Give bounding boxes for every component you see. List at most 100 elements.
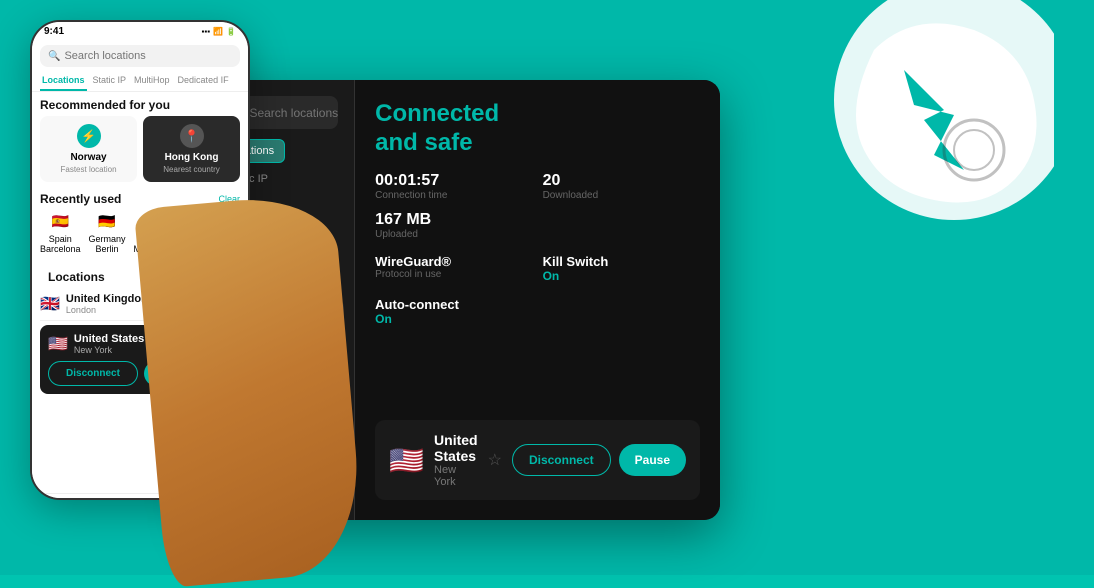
tablet-stat-downloaded: 20 Downloaded	[543, 172, 700, 201]
phone-recently-header: Recently used Clear	[32, 188, 248, 210]
phone-recent-spain[interactable]: 🇪🇸 Spain Barcelona	[40, 210, 81, 254]
phone-recommended-title: Recommended for you	[32, 92, 248, 116]
tablet-rec-hk-sub: Nearest country	[299, 375, 334, 397]
phone-search-bar[interactable]: 🔍	[40, 45, 240, 67]
tablet-disconnect-button[interactable]: Disconnect	[512, 444, 611, 476]
phone-location-uk[interactable]: 🇬🇧 United Kingdom London ☆	[40, 288, 240, 321]
phone-rec-card-hk[interactable]: 📍 Hong Kong Nearest country	[143, 116, 240, 182]
phone-location-uk-sub: London	[66, 305, 229, 315]
tablet-protocol-row: WireGuard® Protocol in use Kill Switch O…	[375, 254, 700, 283]
phone-rec-hk-sub: Nearest country	[149, 165, 234, 174]
tablet-connected-panel: Connected and safe 00:01:57 Connection t…	[355, 80, 720, 520]
phone-recent-spain-name: Spain	[40, 234, 81, 244]
tablet-protocol-name: WireGuard®	[375, 254, 532, 269]
phone-tab-locations[interactable]: Locations	[40, 71, 87, 91]
tablet-mockup: 🔍 Locations Static IP MultiHop Dedicated…	[200, 80, 720, 520]
tablet-search-input[interactable]	[249, 106, 355, 120]
phone-content: 🔍 Locations Static IP MultiHop Dedicated…	[32, 41, 248, 493]
phone-rec-card-norway[interactable]: ⚡ Norway Fastest location	[40, 116, 137, 182]
phone-location-uk-flag: 🇬🇧	[40, 294, 60, 314]
tablet-location-star[interactable]: ☆	[488, 450, 502, 470]
phone-time: 9:41	[44, 26, 64, 37]
tablet-rec-pin-icon: 📍	[299, 311, 327, 339]
phone-recent-australia-name: Australia	[134, 234, 177, 244]
tablet-downloaded-label: Downloaded	[543, 190, 700, 201]
phone-location-us-name: United States	[74, 333, 221, 345]
phone-locations-title: Locations	[40, 264, 240, 288]
phone-frame: 9:41 ▪▪▪ 📶 🔋 🔍 Locations Static IP Multi…	[30, 20, 250, 500]
phone-disconnect-button[interactable]: Disconnect	[48, 361, 138, 386]
phone-action-buttons: Disconnect Pause	[48, 355, 232, 386]
phone-tab-dedicated[interactable]: Dedicated IF	[176, 71, 231, 91]
phone-location-uk-name: United Kingdom	[66, 293, 229, 305]
tablet-clear-btn[interactable]: Clear list	[299, 425, 338, 436]
phone-clear-btn[interactable]: Clear	[218, 194, 240, 204]
phone-location-us-star[interactable]: ☆	[221, 337, 232, 351]
phone-recommended-cards: ⚡ Norway Fastest location 📍 Hong Kong Ne…	[32, 116, 248, 188]
phone-tabs: Locations Static IP MultiHop Dedicated I…	[32, 71, 248, 92]
phone-mockup: 9:41 ▪▪▪ 📶 🔋 🔍 Locations Static IP Multi…	[30, 20, 250, 550]
tablet-connection-time-value: 00:01:57	[375, 172, 532, 190]
phone-recently-title: Recently used	[40, 192, 121, 206]
phone-recent-germany-flag: 🇩🇪	[96, 210, 118, 232]
tablet-action-buttons: Disconnect Pause	[512, 444, 686, 476]
tablet-recent-au-name: Australia	[291, 478, 338, 490]
phone-tab-static-ip[interactable]: Static IP	[91, 71, 129, 91]
phone-recent-spain-sub: Barcelona	[40, 244, 81, 254]
phone-battery-icon: 🔋	[226, 27, 236, 36]
phone-rec-lightning-icon: ⚡	[77, 124, 101, 148]
tablet-connection-time-label: Connection time	[375, 190, 532, 201]
tablet-location-name: United States	[434, 432, 478, 464]
phone-rec-norway-sub: Fastest location	[46, 165, 131, 174]
tablet-location-flag: 🇺🇸	[389, 444, 424, 477]
phone-locations-section: Locations 🇬🇧 United Kingdom London ☆ 🇺🇸	[32, 260, 248, 394]
phone-location-us-row: 🇺🇸 United States New York ☆	[48, 333, 232, 355]
tablet-recent-au-sub: Melbourne	[291, 490, 338, 500]
phone-status-bar: 9:41 ▪▪▪ 📶 🔋	[32, 22, 248, 41]
phone-recent-spain-flag: 🇪🇸	[49, 210, 71, 232]
tablet-uploaded-label: Uploaded	[375, 229, 532, 240]
tablet-recent-au-flag: 🇦🇺	[291, 445, 338, 474]
phone-rec-pin-icon: 📍	[180, 124, 204, 148]
phone-bottom-nav: 🛡 VPN 🛡 One ⚙ Settings	[32, 493, 248, 500]
phone-rec-hk-name: Hong Kong	[149, 152, 234, 163]
phone-recent-germany[interactable]: 🇩🇪 Germany Berlin	[89, 210, 126, 254]
phone-location-uk-star[interactable]: ☆	[229, 297, 240, 311]
phone-location-us-flag: 🇺🇸	[48, 334, 68, 354]
tablet-location-sub: New York	[434, 464, 478, 488]
tablet-stat-connection-time: 00:01:57 Connection time	[375, 172, 532, 201]
tablet-stats-grid: 00:01:57 Connection time 20 Downloaded 1…	[375, 172, 700, 240]
tablet-autoconnect: Auto-connect On	[375, 297, 700, 326]
helmet-decoration	[774, 0, 1054, 270]
tablet-pause-button[interactable]: Pause	[619, 444, 686, 476]
tablet-rec-hk-name: Hong Kong	[299, 345, 334, 373]
phone-tab-multihop[interactable]: MultiHop	[132, 71, 172, 91]
phone-recent-australia-sub: Melbourne	[134, 244, 177, 254]
tablet-autoconnect-status: On	[375, 312, 700, 326]
tablet-location-card: 🇺🇸 United States New York ☆ Disconnect P…	[375, 420, 700, 500]
tablet-killswitch-item: Kill Switch On	[543, 254, 700, 283]
tablet-killswitch-status: On	[543, 269, 700, 283]
phone-recent-australia-flag: 🇦🇺	[144, 210, 166, 232]
tablet-autoconnect-name: Auto-connect	[375, 297, 700, 312]
phone-recently-items: 🇪🇸 Spain Barcelona 🇩🇪 Germany Berlin 🇦🇺 …	[32, 210, 248, 260]
tablet-location-info: United States New York	[434, 432, 478, 488]
tablet-stat-uploaded: 167 MB Uploaded	[375, 211, 532, 240]
tablet-recent-item-au[interactable]: 🇦🇺 Australia Melbourne	[291, 445, 338, 512]
phone-status-icons: ▪▪▪ 📶 🔋	[202, 27, 236, 36]
tablet-protocol-item: WireGuard® Protocol in use	[375, 254, 532, 283]
phone-location-us-selected[interactable]: 🇺🇸 United States New York ☆ Disconnect P…	[40, 325, 240, 394]
phone-wifi-icon: 📶	[213, 27, 223, 36]
tablet-killswitch-name: Kill Switch	[543, 254, 700, 269]
tablet-rec-card-hongkong[interactable]: 📍 Hong Kong Nearest country	[289, 299, 344, 409]
phone-search-icon: 🔍	[48, 51, 60, 62]
tablet-protocol-label: Protocol in use	[375, 269, 532, 280]
phone-signal-icon: ▪▪▪	[202, 27, 211, 36]
phone-rec-norway-name: Norway	[46, 152, 131, 163]
phone-recent-germany-sub: Berlin	[89, 244, 126, 254]
phone-pause-button[interactable]: Pause	[144, 361, 232, 386]
phone-recent-australia[interactable]: 🇦🇺 Australia Melbourne	[134, 210, 177, 254]
phone-search-input[interactable]	[64, 50, 232, 62]
tablet-connected-title: Connected and safe	[375, 100, 700, 158]
phone-recent-germany-name: Germany	[89, 234, 126, 244]
